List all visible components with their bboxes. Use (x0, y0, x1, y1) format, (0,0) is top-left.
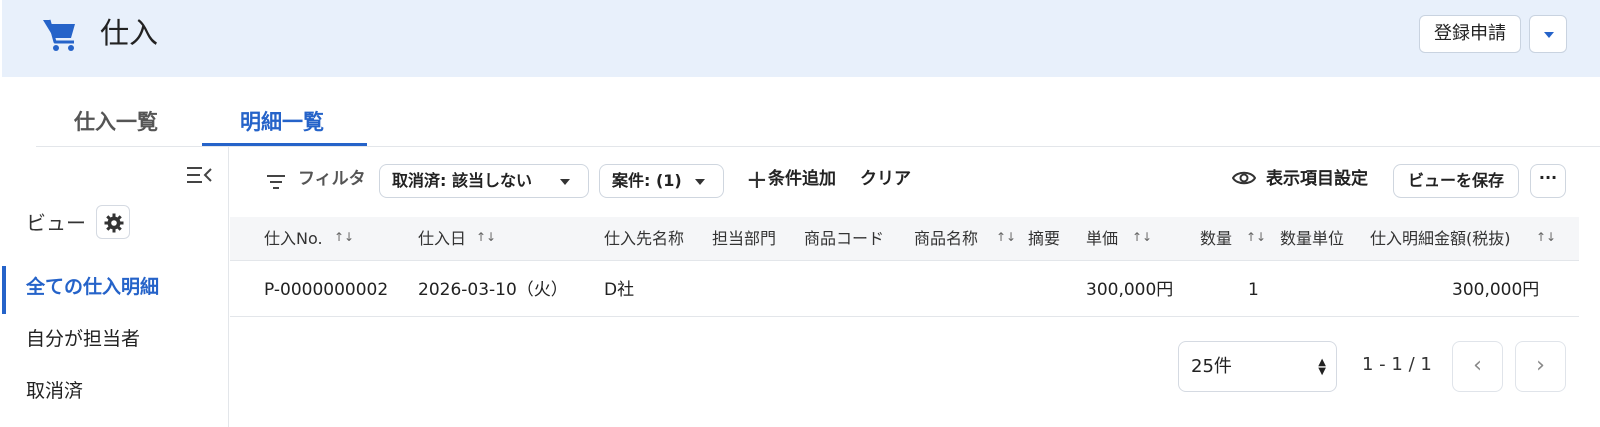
view-sidebar: ビュー 全ての仕入明細 自分が担当者 取消済 (0, 147, 229, 427)
column-header-quantity-unit[interactable]: 数量単位 (1280, 227, 1344, 251)
next-page-button[interactable]: › (1515, 341, 1566, 392)
clear-button[interactable]: クリア (860, 167, 911, 191)
page-header: 仕入 登録申請 (2, 0, 1600, 77)
page-size-value: 25件 (1191, 356, 1232, 377)
filter-chip-project[interactable]: 案件: (1) (599, 164, 724, 198)
pagination-count: 1 - 1 / 1 (1362, 354, 1432, 375)
cell-quantity: 1 (1248, 280, 1259, 300)
add-condition-button[interactable]: 条件追加 (768, 167, 836, 191)
chevron-down-icon (1544, 32, 1554, 38)
chip-label: 取消済: 該当しない (392, 171, 532, 190)
filter-chip-cancelled[interactable]: 取消済: 該当しない (379, 164, 589, 198)
column-header-product-code[interactable]: 商品コード (804, 227, 884, 251)
column-header-amount[interactable]: 仕入明細金額(税抜) (1370, 227, 1511, 251)
filter-label[interactable]: フィルタ (298, 167, 366, 191)
eye-icon (1232, 171, 1256, 185)
sort-icon[interactable]: ↑↓ (996, 229, 1016, 245)
column-header-unit-price[interactable]: 単価 (1086, 227, 1118, 251)
column-header-supplier[interactable]: 仕入先名称 (604, 227, 684, 251)
page-size-select[interactable]: 25件 ▲ ▼ (1178, 341, 1337, 392)
chip-label: 案件: (1) (612, 171, 682, 190)
column-header-summary[interactable]: 摘要 (1028, 227, 1060, 251)
chevron-down-icon (695, 179, 705, 185)
column-header-purchase-no[interactable]: 仕入No. (264, 227, 323, 251)
cell-amount: 300,000円 (1452, 280, 1540, 300)
collapse-sidebar-icon[interactable] (187, 165, 213, 185)
more-options-button[interactable]: ··· (1530, 164, 1566, 198)
filter-icon (267, 175, 285, 189)
sort-icon[interactable]: ↑↓ (476, 229, 496, 245)
view-label: ビュー (26, 211, 86, 235)
register-dropdown-button[interactable] (1529, 15, 1567, 53)
sidebar-item-cancelled[interactable]: 取消済 (26, 377, 83, 405)
register-request-button[interactable]: 登録申請 (1419, 15, 1521, 53)
active-view-indicator (2, 266, 6, 314)
column-header-product-name[interactable]: 商品名称 (914, 227, 978, 251)
cell-purchase-date: 2026-03-10（火） (418, 280, 568, 300)
tab-bar: 仕入一覧 明細一覧 (0, 77, 1600, 147)
column-header-department[interactable]: 担当部門 (712, 227, 776, 251)
sort-icon[interactable]: ↑↓ (1132, 229, 1152, 245)
column-header-quantity[interactable]: 数量 (1200, 227, 1232, 251)
column-header-purchase-date[interactable]: 仕入日 (418, 227, 466, 251)
cell-unit-price: 300,000円 (1086, 280, 1174, 300)
save-view-button[interactable]: ビューを保存 (1393, 164, 1519, 198)
prev-page-button[interactable]: ‹ (1452, 341, 1503, 392)
cell-supplier: D社 (604, 280, 635, 300)
chevron-down-icon (560, 179, 570, 185)
sort-icon[interactable]: ↑↓ (334, 229, 354, 245)
sidebar-item-all-details[interactable]: 全ての仕入明細 (26, 273, 159, 301)
table-row[interactable]: P-0000000002 2026-03-10（火） D社 300,000円 1… (230, 261, 1579, 317)
sidebar-item-my-items[interactable]: 自分が担当者 (26, 325, 140, 353)
plus-icon[interactable]: + (746, 167, 768, 193)
cart-icon (43, 19, 75, 51)
display-settings-button[interactable]: 表示項目設定 (1266, 167, 1368, 191)
sort-icon[interactable]: ↑↓ (1246, 229, 1266, 245)
sort-icon[interactable]: ↑↓ (1536, 229, 1556, 245)
select-arrows-icon: ▲ ▼ (1318, 357, 1326, 377)
page-title: 仕入 (100, 16, 159, 50)
tab-purchase-list[interactable]: 仕入一覧 (74, 107, 158, 137)
filter-toolbar: フィルタ 取消済: 該当しない 案件: (1) + 条件追加 クリア 表示項目設… (230, 147, 1600, 217)
gear-icon (104, 213, 124, 233)
view-settings-button[interactable] (96, 205, 130, 239)
tab-detail-list[interactable]: 明細一覧 (240, 107, 324, 137)
cell-purchase-no: P-0000000002 (264, 280, 389, 300)
table-header: 仕入No. ↑↓ 仕入日 ↑↓ 仕入先名称 担当部門 商品コード 商品名称 ↑↓… (230, 217, 1579, 261)
